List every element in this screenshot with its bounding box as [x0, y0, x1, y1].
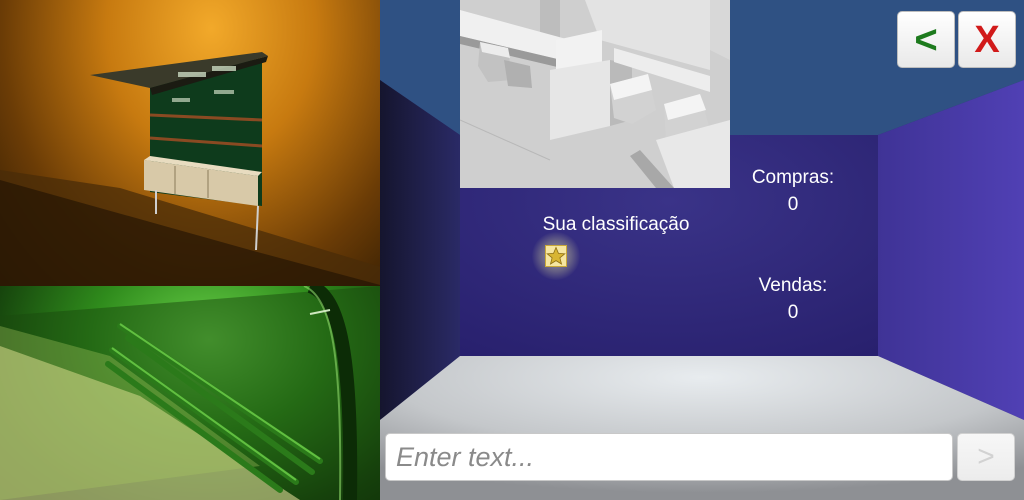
rating-star	[532, 232, 580, 280]
close-icon: X	[974, 18, 1000, 61]
sales-label: Vendas:	[758, 275, 828, 296]
purchases-label: Compras:	[751, 167, 835, 188]
shelf-render-image	[0, 52, 384, 286]
product-preview-image[interactable]	[460, 0, 730, 188]
preview-render	[460, 0, 730, 188]
back-button[interactable]: <	[897, 11, 955, 68]
send-button[interactable]: >	[957, 433, 1015, 481]
bench-render-image	[0, 286, 380, 500]
close-button[interactable]: X	[958, 11, 1016, 68]
star-icon	[545, 245, 567, 267]
shelf-render-thumbnail[interactable]	[0, 0, 384, 286]
bench-render-thumbnail[interactable]	[0, 286, 380, 500]
chat-text-input[interactable]	[385, 433, 953, 481]
purchases-value: 0	[787, 194, 799, 215]
sales-value: 0	[787, 302, 799, 323]
back-chevron-icon: <	[914, 17, 938, 62]
game-screen: Sua classificação Compras: 0 Vendas: 0 <…	[0, 0, 1024, 500]
send-arrow-icon: >	[977, 440, 995, 473]
